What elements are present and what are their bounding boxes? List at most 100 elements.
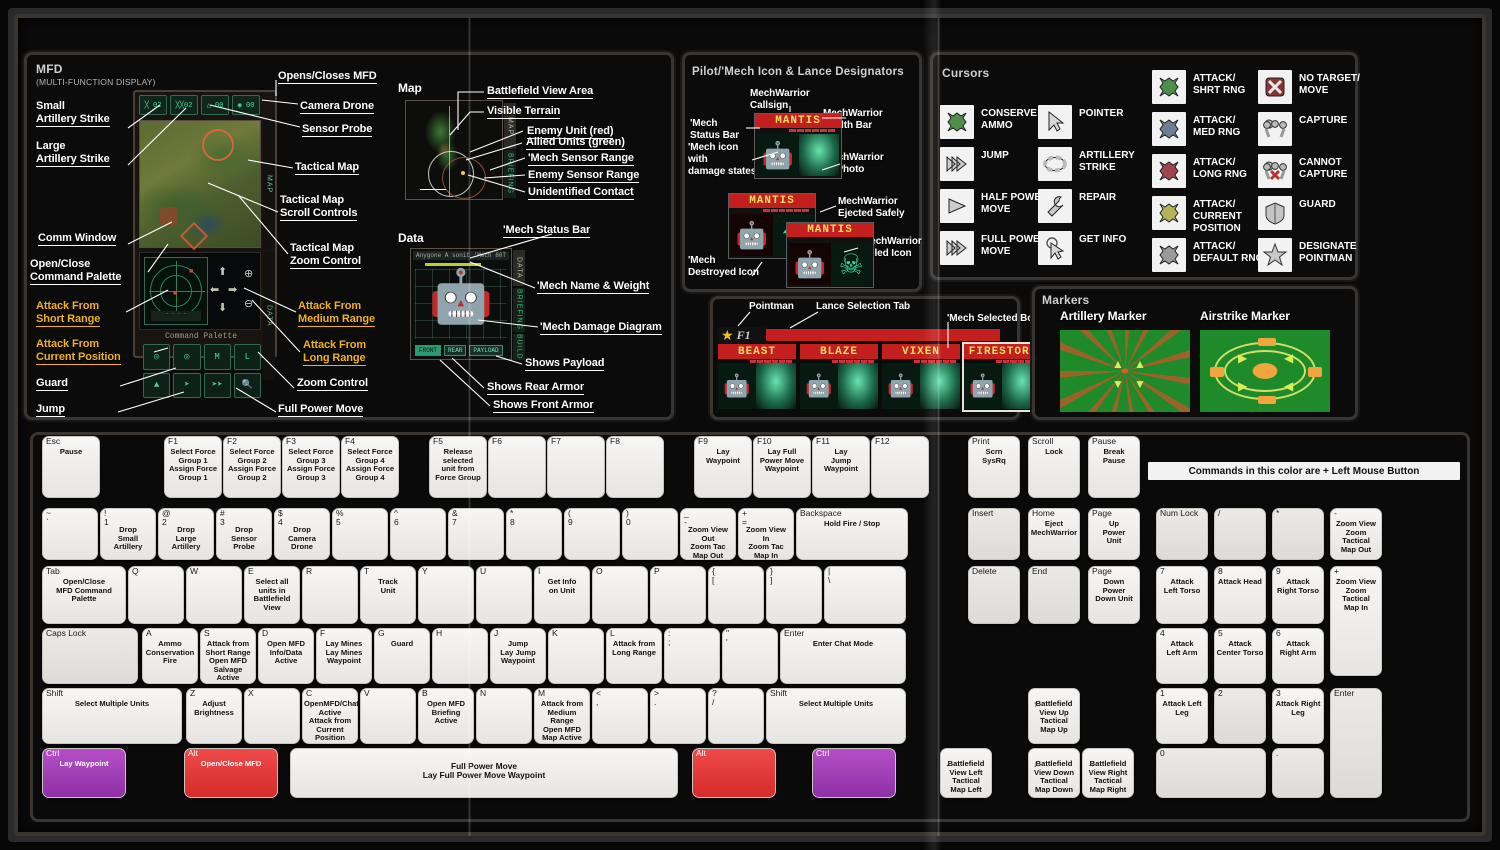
key-key-space[interactable]: . (1272, 748, 1324, 798)
key-6-a[interactable]: 6 Attack Right Arm (1272, 628, 1324, 684)
small-artillery-strike-icon[interactable]: ╳ 02 (139, 95, 167, 115)
minimap-briefing-tab[interactable]: BRIEFING (504, 150, 516, 198)
mfd-map-side-tab[interactable]: MAP (263, 120, 275, 248)
key-f4-fn[interactable]: F4 Select Force Group 4 Assign Force Group 4 (341, 436, 399, 498)
key-1-z[interactable]: 1 Attack Left Leg (1156, 688, 1208, 744)
key-space-z[interactable]: ↑ Battlefield View Up Tactical Map Up (1028, 688, 1080, 744)
key-t-q[interactable]: T Track Unit (360, 566, 416, 624)
key-scroll-fn[interactable]: Scroll Lock (1028, 436, 1080, 498)
key-insert-num[interactable]: Insert (968, 508, 1020, 560)
data-side-tab[interactable]: DATA (513, 250, 525, 286)
key-p-q[interactable]: P (650, 566, 706, 624)
key-7-q[interactable]: 7 Attack Left Torso (1156, 566, 1208, 624)
key-key-q[interactable]: }] (766, 566, 822, 624)
tab-front[interactable]: FRONT (415, 345, 442, 356)
key-c-z[interactable]: C OpenMFD/Chat Active Attack from Current Pos… (302, 688, 358, 744)
key-enter-a[interactable]: Enter Enter Chat Mode (780, 628, 906, 684)
key-k-a[interactable]: K (548, 628, 604, 684)
key-d-a[interactable]: D Open MFD Info/Data Active (258, 628, 314, 684)
key-caps-lock-a[interactable]: Caps Lock (42, 628, 138, 684)
key-n-z[interactable]: N (476, 688, 532, 744)
key-s-a[interactable]: S Attack from Short Range Open MFD Salvage A… (200, 628, 256, 684)
key-q-q[interactable]: Q (128, 566, 184, 624)
key-key-z[interactable]: >. (650, 688, 706, 744)
key-w-q[interactable]: W (186, 566, 242, 624)
key-0-space[interactable]: 0 (1156, 748, 1266, 798)
pilot-card-killed[interactable]: MANTIS 🤖 ☠ (786, 222, 874, 288)
key-pause-fn[interactable]: Pause Break Pause (1088, 436, 1140, 498)
key-5-a[interactable]: 5 Attack Center Torso (1214, 628, 1266, 684)
attack-current-position-button[interactable]: ◎ (173, 344, 201, 370)
key-o-q[interactable]: O (592, 566, 648, 624)
key-f12-fn[interactable]: F12 (871, 436, 929, 498)
key-f5-fn[interactable]: F5 Release selected unit from Force Group (429, 436, 487, 498)
tab-payload[interactable]: PAYLOAD (469, 345, 503, 356)
key-f3-fn[interactable]: F3 Select Force Group 3 Assign Force Group 3 (282, 436, 340, 498)
key-num-lock-num[interactable]: Num Lock (1156, 508, 1208, 560)
key-space-space[interactable]: → Battlefield View Right Tactical Map Right (1082, 748, 1134, 798)
sensor-probe-icon[interactable]: △ 00 (201, 95, 229, 115)
attack-medium-range-button[interactable]: M (203, 344, 231, 370)
key-r-q[interactable]: R (302, 566, 358, 624)
lance-selection-tab[interactable]: ★ F1 (718, 327, 766, 343)
key-key-num[interactable]: $4 Drop Camera Drone (274, 508, 330, 560)
key-4-a[interactable]: 4 Attack Left Arm (1156, 628, 1208, 684)
key-2-z[interactable]: 2 (1214, 688, 1266, 744)
guard-button[interactable]: ▲ (143, 372, 171, 398)
key-delete-q[interactable]: Delete (968, 566, 1020, 624)
key-j-a[interactable]: J Jump Lay Jump Waypoint (490, 628, 546, 684)
full-power-move-button[interactable]: ➤➤ (203, 372, 231, 398)
key-l-a[interactable]: L Attack from Long Range (606, 628, 662, 684)
key-a-a[interactable]: A Ammo Conservation Fire (142, 628, 198, 684)
key-key-num[interactable]: ^ 6 (390, 508, 446, 560)
lance-member-3[interactable]: FIRESTORM 🤖 (962, 342, 1044, 412)
key-key-q[interactable]: {[ (708, 566, 764, 624)
tactical-map-view[interactable] (139, 120, 261, 251)
key-key-z[interactable]: <, (592, 688, 648, 744)
key-space-space[interactable]: Full Power Move Lay Full Power Move Waypo… (290, 748, 678, 798)
key-z-z[interactable]: Z Adjust Brightness (186, 688, 242, 744)
key-shift-z[interactable]: Shift Select Multiple Units (766, 688, 906, 744)
attack-short-range-button[interactable]: ◎ (143, 344, 171, 370)
lance-member-2[interactable]: VIXEN 🤖 (882, 344, 960, 410)
lance-member-0[interactable]: BEAST 🤖 (718, 344, 796, 410)
key-print-fn[interactable]: Print Scrn SysRq (968, 436, 1020, 498)
key-f8-fn[interactable]: F8 (606, 436, 664, 498)
mech-data-panel[interactable]: Anygone A sonit 'Mech 80T 🤖 FRONT REAR P… (410, 248, 512, 360)
key-key-num[interactable]: ! 1 Drop Small Artillery (100, 508, 156, 560)
key-y-q[interactable]: Y (418, 566, 474, 624)
key-key-num[interactable]: @2 Drop Large Artillery (158, 508, 214, 560)
key-key-num[interactable]: ) 0 (622, 508, 678, 560)
key-tab-q[interactable]: Tab Open/Close MFD Command Palette (42, 566, 126, 624)
mfd-data-side-tab[interactable]: DATA (263, 252, 275, 380)
key-f10-fn[interactable]: F10 Lay Full Power Move Waypoint (753, 436, 811, 498)
key-h-a[interactable]: H (432, 628, 488, 684)
large-artillery-strike-icon[interactable]: ╳╳02 (170, 95, 198, 115)
key-home-num[interactable]: Home Eject MechWarrior (1028, 508, 1080, 560)
key-key-num[interactable]: & 7 (448, 508, 504, 560)
key-b-z[interactable]: B Open MFD Briefing Active (418, 688, 474, 744)
key-key-num[interactable]: _ - Zoom View Out Zoom Tac Map Out (680, 508, 736, 560)
key-page-num[interactable]: Page Up Power Unit (1088, 508, 1140, 560)
key-m-z[interactable]: M Attack from Medium Range Open MFD Map Acti… (534, 688, 590, 744)
key-i-q[interactable]: I Get Info on Unit (534, 566, 590, 624)
key-backspace-num[interactable]: Backspace Hold Fire / Stop (796, 508, 908, 560)
key-8-q[interactable]: 8 Attack Head (1214, 566, 1266, 624)
key-key-num[interactable]: - Zoom View Zoom Tactical Map Out (1330, 508, 1382, 560)
key-key-a[interactable]: :; (664, 628, 720, 684)
jump-button[interactable]: ➤ (173, 372, 201, 398)
key-f7-fn[interactable]: F7 (547, 436, 605, 498)
key-space-space[interactable]: ← Battlefield View Left Tactical Map Left (940, 748, 992, 798)
key-v-z[interactable]: V (360, 688, 416, 744)
zoom-control-button[interactable]: 🔍 (233, 372, 261, 398)
build-side-tab[interactable]: BUILD (513, 334, 525, 360)
key-9-q[interactable]: 9 Attack Right Torso (1272, 566, 1324, 624)
key-key-num[interactable]: * 8 (506, 508, 562, 560)
key-key-num[interactable]: + = Zoom View In Zoom Tac Map In (738, 508, 794, 560)
key-key-num[interactable]: % 5 (332, 508, 388, 560)
camera-drone-icon[interactable]: ◉ 00 (232, 95, 260, 115)
key-key-q[interactable]: | \ (824, 566, 906, 624)
key-x-z[interactable]: X (244, 688, 300, 744)
key-key-q[interactable]: + Zoom View Zoom Tactical Map In (1330, 566, 1382, 676)
tab-rear[interactable]: REAR (444, 345, 467, 356)
